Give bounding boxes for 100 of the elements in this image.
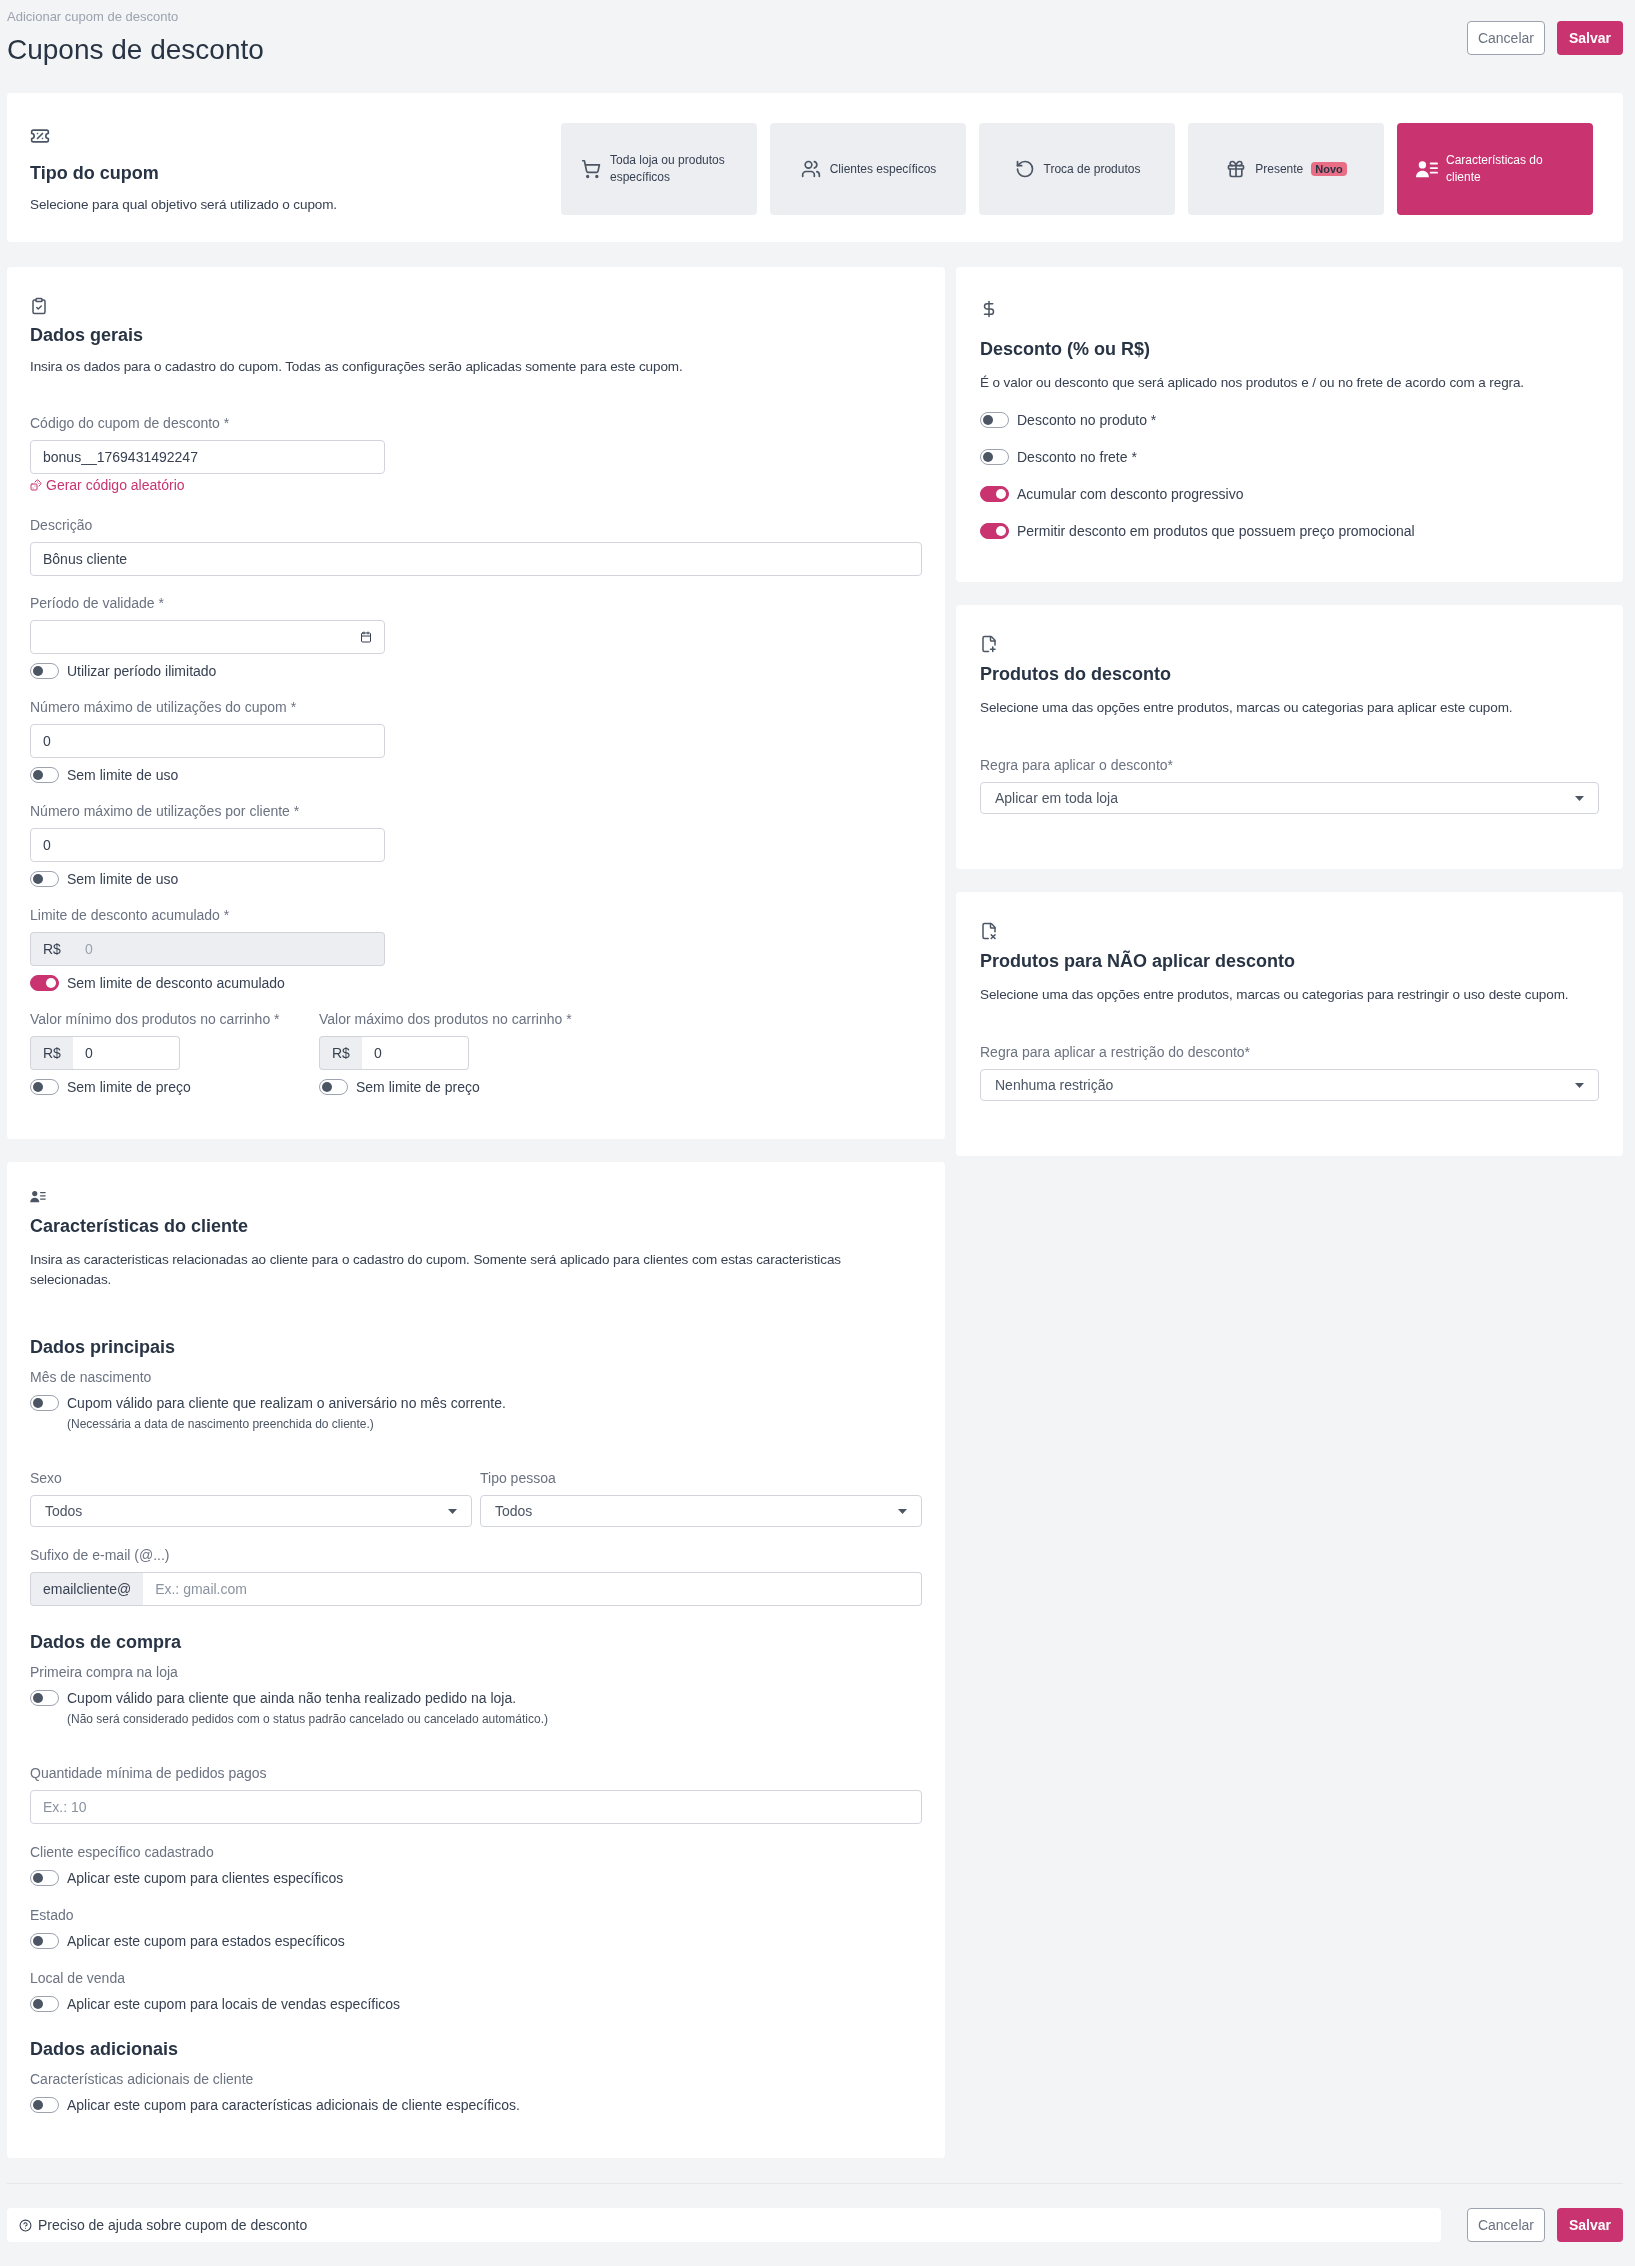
ticket-percent-icon — [30, 126, 50, 146]
cancel-button[interactable]: Cancelar — [1466, 2208, 1545, 2242]
toggle-label: Cupom válido para cliente que realizam o aniversário no mês corrente. — [67, 1394, 506, 1412]
toggle-label: Aplicar este cupom para estados específicos — [67, 1932, 345, 1950]
field-label: Mês de nascimento — [30, 1368, 153, 1386]
field-label: Local de venda — [30, 1969, 126, 1987]
field-label: Limite de desconto acumulado * — [30, 906, 231, 924]
toggle-label: Sem limite de preço — [356, 1078, 480, 1096]
coupon-type-option[interactable]: Clientes específicos — [770, 123, 966, 215]
toggle-label: Desconto no frete * — [1017, 448, 1137, 466]
hint-text: (Não será considerado pedidos com o status padrão cancelado ou cancelado automático.) — [66, 1711, 549, 1727]
caret-down-icon — [1575, 795, 1584, 801]
text-field[interactable]: bonus__1769431492247 — [30, 440, 385, 474]
text-field[interactable]: 0 — [30, 724, 385, 758]
save-button[interactable]: Salvar — [1556, 2208, 1623, 2242]
field-label: Período de validade * — [30, 594, 165, 612]
field-label: Código do cupom de desconto * — [30, 414, 231, 432]
help-bar[interactable]: Preciso de ajuda sobre cupom de desconto — [7, 2208, 1441, 2242]
user-list-icon — [1416, 159, 1438, 179]
select-field[interactable]: Aplicar em toda loja — [980, 782, 1599, 814]
field-label: Descrição — [30, 516, 94, 534]
section-title: Características do cliente — [30, 1215, 250, 1238]
users-icon — [799, 159, 822, 179]
select-field[interactable]: Nenhuma restrição — [980, 1069, 1599, 1101]
text-field[interactable]: Bônus cliente — [30, 542, 922, 576]
field-label: Número máximo de utilizações do cupom * — [30, 698, 298, 716]
toggle-label: Permitir desconto em produtos que possuem preço promocional — [1017, 522, 1415, 540]
toggle-switch[interactable] — [319, 1079, 348, 1095]
toggle-label: Desconto no produto * — [1017, 411, 1157, 429]
toggle-label: Sem limite de uso — [67, 870, 179, 888]
toggle-label: Utilizar período ilimitado — [67, 662, 217, 680]
field-label: Número máximo de utilizações por cliente * — [30, 802, 301, 820]
coupon-type-option[interactable]: Troca de produtos — [979, 123, 1175, 215]
caret-down-icon — [898, 1508, 907, 1514]
section-description: Selecione uma das opções entre produtos, marcas ou categorias para aplicar este cupom. — [980, 699, 1514, 717]
section-description: É o valor ou desconto que será aplicado nos produtos e / ou no frete de acordo com a regra. — [980, 374, 1525, 392]
random-code-link[interactable]: Gerar código aleatório — [30, 476, 185, 494]
text-field[interactable]: Ex.: 10 — [30, 1790, 922, 1824]
section-title: Dados gerais — [30, 324, 145, 347]
coupon-type-option[interactable]: Características do cliente — [1397, 123, 1593, 215]
toggle-label: Acumular com desconto progressivo — [1017, 485, 1244, 503]
subsection-title: Dados adicionais — [30, 2038, 180, 2061]
field-label: Estado — [30, 1906, 75, 1924]
toggle-switch[interactable] — [30, 1690, 59, 1706]
section-title: Produtos para NÃO aplicar desconto — [980, 949, 1297, 973]
user-list-icon — [30, 1190, 46, 1203]
caret-down-icon — [448, 1508, 457, 1514]
toggle-label: Aplicar este cupom para clientes específicos — [67, 1869, 344, 1887]
field-label: Sufixo de e-mail (@...) — [30, 1546, 171, 1564]
toggle-switch[interactable] — [30, 663, 59, 679]
field-label: Regra para aplicar o desconto* — [980, 756, 1174, 774]
select-field[interactable]: Todos — [30, 1495, 472, 1527]
toggle-switch[interactable] — [30, 1079, 59, 1095]
subsection-title: Dados principais — [30, 1336, 177, 1359]
toggle-label: Aplicar este cupom para locais de vendas específicos — [67, 1995, 401, 2013]
section-title: Desconto (% ou R$) — [980, 338, 1151, 361]
section-title: Tipo do cupom — [30, 162, 160, 185]
field-label: Regra para aplicar a restrição do desconto* — [980, 1043, 1252, 1061]
dice-icon — [30, 479, 42, 491]
toggle-switch[interactable] — [30, 871, 59, 887]
cart-icon — [580, 159, 602, 179]
toggle-switch[interactable] — [980, 486, 1009, 502]
section-description: Insira os dados para o cadastro do cupom. Todas as configurações serão aplicadas somente para este cupom. — [30, 358, 684, 376]
field-label: Cliente específico cadastrado — [30, 1843, 215, 1861]
cancel-button[interactable]: Cancelar — [1466, 21, 1545, 55]
toggle-switch[interactable] — [980, 412, 1009, 428]
toggle-label: Cupom válido para cliente que ainda não tenha realizado pedido na loja. — [67, 1689, 517, 1707]
date-field[interactable] — [30, 620, 385, 654]
toggle-label: Sem limite de desconto acumulado — [67, 974, 285, 992]
field-label: Quantidade mínima de pedidos pagos — [30, 1764, 268, 1782]
toggle-label: Sem limite de preço — [67, 1078, 191, 1096]
select-field[interactable]: Todos — [480, 1495, 922, 1527]
section-title: Produtos do desconto — [980, 663, 1172, 686]
section-description: Selecione para qual objetivo será utilizado o cupom. — [30, 196, 337, 214]
section-description: Selecione uma das opções entre produtos, marcas ou categorias para restringir o uso deste cupom. — [980, 986, 1570, 1004]
field-label: Valor mínimo dos produtos no carrinho * — [30, 1010, 281, 1028]
field-label: Valor máximo dos produtos no carrinho * — [319, 1010, 573, 1028]
toggle-switch[interactable] — [30, 2097, 59, 2113]
toggle-switch[interactable] — [980, 449, 1009, 465]
breadcrumb: Adicionar cupom de desconto — [7, 8, 180, 26]
toggle-switch[interactable] — [30, 1395, 59, 1411]
toggle-switch[interactable] — [30, 1870, 59, 1886]
toggle-switch[interactable] — [30, 767, 59, 783]
clipboard-check-icon — [30, 297, 48, 315]
toggle-label: Sem limite de uso — [67, 766, 179, 784]
field-label: Tipo pessoa — [480, 1469, 557, 1487]
field-label: Características adicionais de cliente — [30, 2070, 255, 2088]
field-label: Sexo — [30, 1469, 63, 1487]
subsection-title: Dados de compra — [30, 1631, 183, 1654]
caret-down-icon — [1575, 1082, 1584, 1088]
file-plus-icon — [980, 635, 998, 653]
save-button[interactable]: Salvar — [1556, 21, 1623, 55]
toggle-switch[interactable] — [30, 1996, 59, 2012]
coupon-type-option[interactable]: Toda loja ou produtos específicos — [561, 123, 757, 215]
new-badge: Novo — [1311, 162, 1347, 176]
hint-text: (Necessária a data de nascimento preenchida do cliente.) — [66, 1416, 375, 1432]
text-field[interactable]: 0 — [30, 828, 385, 862]
coupon-type-option[interactable]: Presente Novo — [1188, 123, 1384, 215]
toggle-switch[interactable] — [980, 523, 1009, 539]
toggle-switch[interactable] — [30, 1933, 59, 1949]
